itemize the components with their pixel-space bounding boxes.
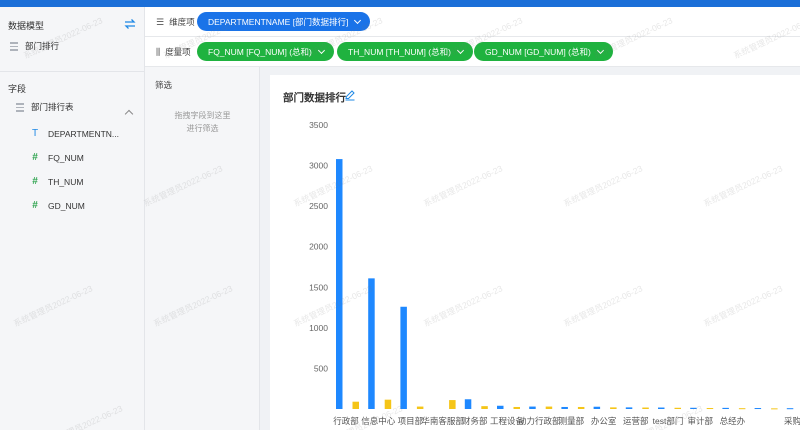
sync-icon[interactable] <box>123 17 137 31</box>
measure-pill-label: GD_NUM [GD_NUM] (总和) <box>485 46 591 57</box>
model-section-title: 数据模型 <box>8 21 45 31</box>
bar[interactable] <box>497 405 504 409</box>
filter-panel[interactable]: 筛选 拖拽字段到这里 进行筛选 <box>145 67 260 430</box>
field-item[interactable]: # GD_NUM <box>30 200 85 211</box>
bar[interactable] <box>449 400 456 409</box>
bar[interactable] <box>336 159 343 409</box>
filter-hint-line2: 进行筛选 <box>186 124 219 133</box>
x-tick-label: 华南客服部 <box>421 416 464 426</box>
x-tick-label: 运营部 <box>623 416 649 426</box>
bar-chart: 500 1000 1500 2000 2500 3000 3500 行政部 信息中心 项目部华南客… <box>309 120 800 426</box>
number-type-icon: # <box>32 200 38 211</box>
number-type-icon: # <box>32 152 38 163</box>
dimension-pill-label: DEPARTMENTNAME [部门数据排行] <box>208 16 349 27</box>
field-label: DEPARTMENTN... <box>48 128 119 139</box>
table-node[interactable]: 部门排行表 <box>16 101 74 113</box>
number-type-icon: # <box>32 176 38 187</box>
bar[interactable] <box>400 306 407 409</box>
bar[interactable] <box>577 406 585 409</box>
measure-bar: ⫼ 度量项 FQ_NUM [FQ_NUM] (总和) TH_NUM [TH_NU… <box>145 37 800 67</box>
y-tick-label: 3000 <box>309 161 328 171</box>
field-label: TH_NUM <box>48 176 84 187</box>
bar[interactable] <box>384 399 392 409</box>
dimension-label-group: ☰ 维度项 <box>156 16 195 28</box>
y-tick-label: 3500 <box>309 120 328 130</box>
bar[interactable] <box>464 399 472 409</box>
bar[interactable] <box>529 406 536 409</box>
x-tick-label: 采购部 <box>784 416 800 426</box>
measure-pill-label: TH_NUM [TH_NUM] (总和) <box>348 46 451 57</box>
bar[interactable] <box>754 408 762 410</box>
measure-label-group: ⫼ 度量项 <box>156 46 191 58</box>
chevron-down-icon[interactable] <box>317 46 325 54</box>
measure-pill-th[interactable]: TH_NUM [TH_NUM] (总和) <box>337 42 473 61</box>
bar[interactable] <box>416 406 424 409</box>
bar[interactable] <box>481 406 488 409</box>
measure-pill-label: FQ_NUM [FQ_NUM] (总和) <box>208 46 312 57</box>
top-bar <box>0 0 800 7</box>
text-type-icon: T <box>31 128 39 139</box>
model-item-label: 部门排行 <box>25 41 60 51</box>
y-tick-label: 2500 <box>309 201 328 211</box>
table-node-label: 部门排行表 <box>31 102 74 112</box>
bar[interactable] <box>545 406 553 409</box>
y-tick-label: 1000 <box>309 323 328 333</box>
bar[interactable] <box>771 408 778 410</box>
bar[interactable] <box>368 278 375 409</box>
bar[interactable] <box>722 407 729 409</box>
chevron-down-icon[interactable] <box>596 46 604 54</box>
measure-pill-gd[interactable]: GD_NUM [GD_NUM] (总和) <box>474 42 613 61</box>
left-sidebar: 数据模型 部门排行 字段 部门排行表 T DEPARTMENTN... # FQ… <box>0 7 145 430</box>
filter-hint-line1: 拖拽字段到这里 <box>174 111 231 120</box>
dimension-bar: ☰ 维度项 DEPARTMENTNAME [部门数据排行] <box>145 7 800 37</box>
table-icon <box>16 102 24 112</box>
bar[interactable] <box>706 408 714 410</box>
chart-panel: 部门数据排行 500 1000 1500 2000 2500 3000 3500 行政部 信息中… <box>270 75 800 430</box>
field-item[interactable]: # TH_NUM <box>30 176 83 187</box>
table-icon <box>10 41 18 51</box>
field-item[interactable]: T DEPARTMENTN... <box>30 128 119 139</box>
dimension-label: 维度项 <box>169 17 195 27</box>
x-tick-label: 项目部 <box>398 416 424 426</box>
bar-chart-icon: ⫼ <box>156 46 161 57</box>
divider <box>0 71 145 72</box>
fields-section-title: 字段 <box>8 84 27 94</box>
bar[interactable] <box>786 408 794 410</box>
bar[interactable] <box>513 406 521 409</box>
bar[interactable] <box>690 407 697 409</box>
x-tick-label: 信息中心 <box>361 416 396 426</box>
y-tick-label: 500 <box>314 363 328 373</box>
bar[interactable] <box>593 406 601 409</box>
measure-pill-fq[interactable]: FQ_NUM [FQ_NUM] (总和) <box>197 42 334 61</box>
chevron-down-icon[interactable] <box>456 46 464 54</box>
x-tick-label: 行政部 <box>333 416 359 426</box>
bar[interactable] <box>658 407 665 409</box>
list-icon: ☰ <box>156 16 165 27</box>
x-tick-label: 测量部 <box>559 416 585 426</box>
collapse-icon[interactable] <box>124 109 134 119</box>
y-tick-label: 1500 <box>309 282 328 292</box>
y-tick-label: 2000 <box>309 242 328 252</box>
x-tick-label: 总经办 <box>720 416 746 426</box>
chevron-down-icon[interactable] <box>354 16 362 24</box>
x-tick-label: 财务部 <box>462 416 488 426</box>
model-item[interactable]: 部门排行 <box>10 40 59 52</box>
bar[interactable] <box>610 407 617 409</box>
bar[interactable] <box>674 407 682 409</box>
bar[interactable] <box>642 407 649 409</box>
bar[interactable] <box>352 401 360 409</box>
x-tick-label: 审计部 <box>687 416 713 426</box>
filter-title: 筛选 <box>155 80 173 90</box>
x-tick-label: test部门 <box>653 416 684 426</box>
field-label: GD_NUM <box>48 200 85 211</box>
field-item[interactable]: # FQ_NUM <box>30 152 84 163</box>
dimension-pill[interactable]: DEPARTMENTNAME [部门数据排行] <box>197 12 371 31</box>
bar[interactable] <box>625 407 633 409</box>
bar[interactable] <box>561 406 568 409</box>
bar[interactable] <box>738 408 746 410</box>
x-tick-label: 动力行政部 <box>518 416 561 426</box>
x-tick-label: 办公室 <box>591 416 617 426</box>
measure-label: 度量项 <box>165 47 191 57</box>
field-label: FQ_NUM <box>48 152 84 163</box>
